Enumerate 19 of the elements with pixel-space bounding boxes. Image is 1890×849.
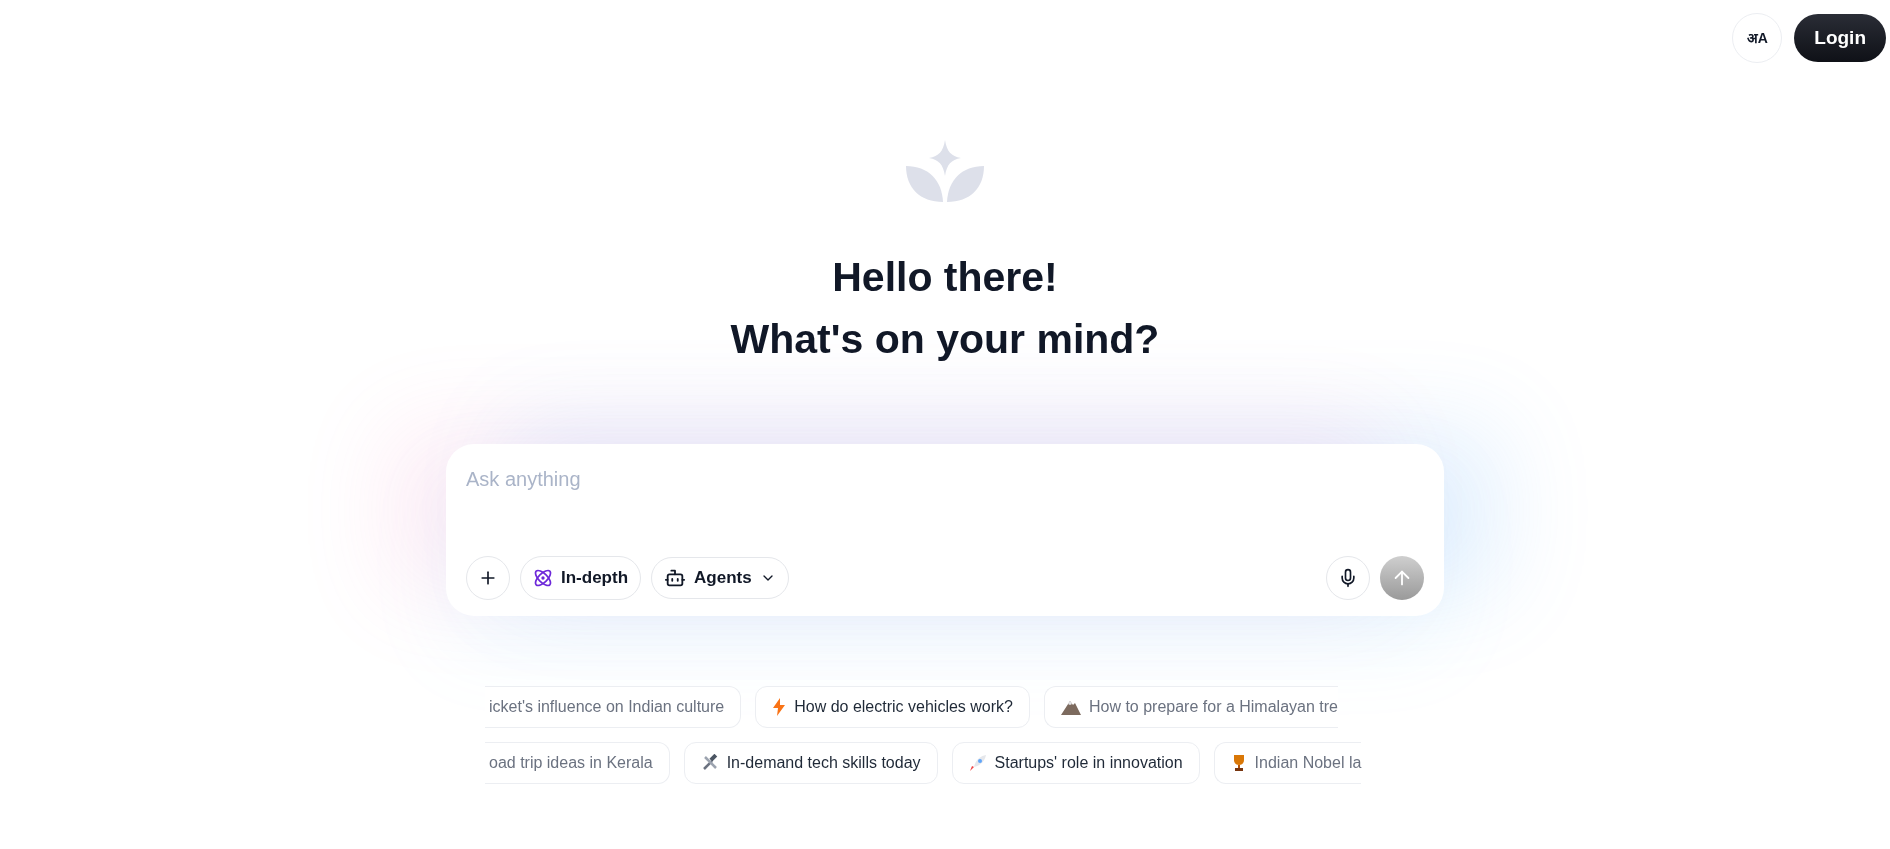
rocket-icon xyxy=(968,754,987,772)
suggestion-chip[interactable]: How to prepare for a Himalayan tre xyxy=(1043,686,1338,728)
suggestion-chip[interactable]: How do electric vehicles work? xyxy=(755,686,1030,728)
suggestion-chip[interactable]: Startups' role in innovation xyxy=(951,742,1200,784)
atom-icon xyxy=(533,568,553,588)
lightning-icon xyxy=(772,698,787,716)
language-button[interactable]: अA xyxy=(1732,13,1783,63)
suggestion-chip[interactable]: icket's influence on Indian culture xyxy=(485,686,742,728)
suggestion-chip[interactable]: In-demand tech skills today xyxy=(683,742,938,784)
suggestion-chip[interactable]: oad trip ideas in Kerala xyxy=(485,742,670,784)
greeting-subheading: What's on your mind? xyxy=(730,315,1160,364)
login-button[interactable]: Login xyxy=(1794,14,1886,62)
ask-input[interactable]: Ask anything xyxy=(466,464,1424,494)
greeting-heading: Hello there! xyxy=(832,253,1058,302)
lotus-logo-icon xyxy=(906,140,984,202)
mountain-icon xyxy=(1060,699,1081,715)
suggestion-chip[interactable]: Indian Nobel la xyxy=(1213,742,1362,784)
robot-icon xyxy=(664,567,687,589)
microphone-icon xyxy=(1338,568,1358,588)
